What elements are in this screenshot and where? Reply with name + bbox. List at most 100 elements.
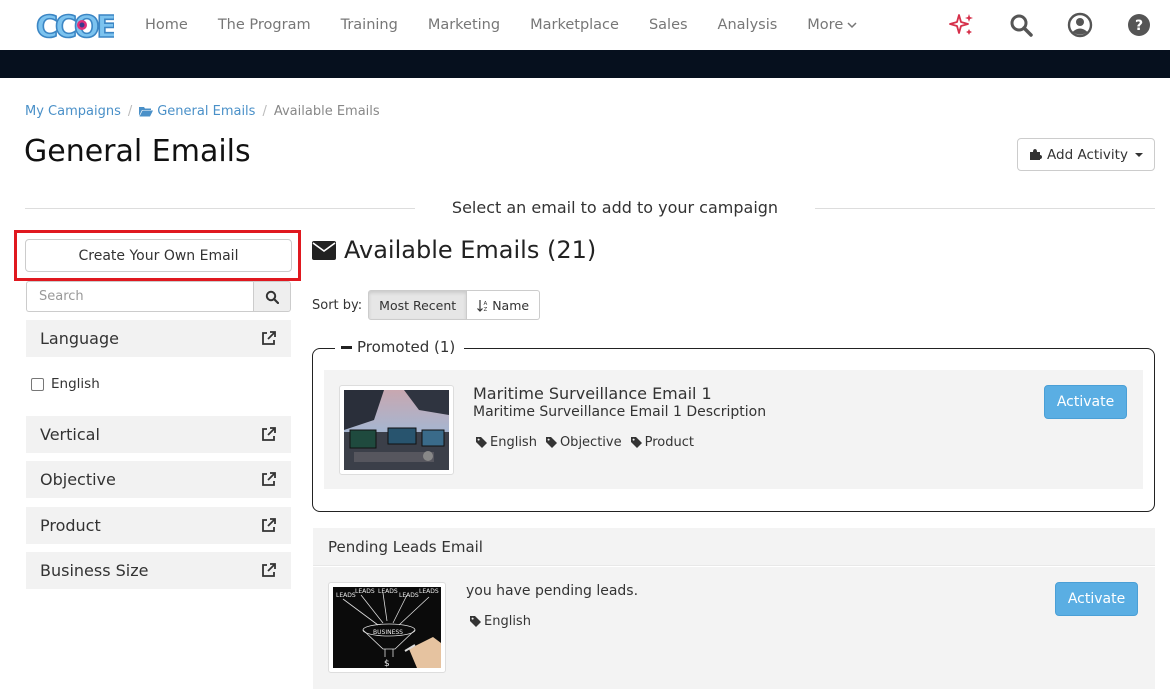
svg-text:$: $ <box>384 659 390 668</box>
email-tags: English Objective Product <box>476 435 694 450</box>
available-emails-title: Available Emails (21) <box>344 236 597 264</box>
tag-icon <box>470 616 481 627</box>
add-activity-button[interactable]: Add Activity <box>1017 138 1155 171</box>
filter-language[interactable]: Language <box>26 320 291 357</box>
divider-right <box>815 208 1155 209</box>
filter-objective[interactable]: Objective <box>26 461 291 498</box>
user-icon[interactable] <box>1065 10 1095 40</box>
secondary-navbar <box>0 50 1170 78</box>
activate-button[interactable]: Activate <box>1055 582 1138 616</box>
divider-left <box>25 208 415 209</box>
external-link-icon <box>262 427 276 441</box>
caret-down-icon <box>1134 152 1143 157</box>
filter-vertical[interactable]: Vertical <box>26 416 291 453</box>
nav-analysis[interactable]: Analysis <box>703 17 793 33</box>
english-checkbox-label: English <box>51 376 100 392</box>
svg-text:LEADS: LEADS <box>419 588 439 595</box>
svg-text:?: ? <box>1135 18 1143 34</box>
svg-text:LEADS: LEADS <box>399 592 419 599</box>
email-description: you have pending leads. <box>466 583 639 599</box>
search-input[interactable] <box>26 281 253 312</box>
search-button[interactable] <box>253 281 291 312</box>
section-subheading: Select an email to add to your campaign <box>451 198 779 217</box>
nav-more-dropdown[interactable]: More <box>792 17 872 33</box>
svg-text:BUSINESS: BUSINESS <box>373 629 403 636</box>
filter-product[interactable]: Product <box>26 507 291 544</box>
filter-label: Vertical <box>40 425 100 444</box>
english-checkbox[interactable] <box>31 377 44 391</box>
filter-business-size[interactable]: Business Size <box>26 552 291 589</box>
pending-leads-email-header: Pending Leads Email <box>313 528 1155 566</box>
external-link-icon <box>262 472 276 486</box>
tag-icon <box>545 437 557 448</box>
nav-home[interactable]: Home <box>130 17 203 33</box>
email-tags: English <box>470 614 531 629</box>
svg-text:LEADS: LEADS <box>355 588 375 595</box>
brand-logo[interactable]: CCOE <box>34 6 119 46</box>
filter-label: Objective <box>40 470 116 489</box>
top-navbar: CCOE Home The Program Training Marketing… <box>0 0 1170 50</box>
create-your-own-email-button[interactable]: Create Your Own Email <box>25 239 292 272</box>
email-description: Maritime Surveillance Email 1 Descriptio… <box>473 404 767 420</box>
svg-text:LEADS: LEADS <box>378 588 398 595</box>
tag-label: English <box>484 614 531 629</box>
sort-name-label: Name <box>492 297 530 313</box>
filter-label: Language <box>40 329 119 348</box>
breadcrumb-separator: / <box>262 104 267 119</box>
tag: Objective <box>545 435 622 450</box>
minus-icon <box>341 345 352 349</box>
svg-text:Z: Z <box>484 307 488 312</box>
folder-open-icon <box>139 107 154 117</box>
external-link-icon <box>262 331 276 345</box>
available-emails-heading: Available Emails (21) <box>312 236 596 264</box>
tag-label: Objective <box>559 435 622 450</box>
activate-button[interactable]: Activate <box>1044 385 1127 419</box>
search-icon[interactable] <box>1006 10 1036 40</box>
nav-marketplace[interactable]: Marketplace <box>515 17 634 33</box>
page-title: General Emails <box>24 134 251 169</box>
tag-label: Product <box>644 435 694 450</box>
svg-text:CCOE: CCOE <box>36 10 114 44</box>
nav-marketing[interactable]: Marketing <box>413 17 515 33</box>
external-link-icon <box>262 518 276 532</box>
breadcrumb-current: Available Emails <box>273 104 380 119</box>
tag: English <box>476 435 537 450</box>
breadcrumb-my-campaigns[interactable]: My Campaigns <box>25 104 121 119</box>
nav-the-program[interactable]: The Program <box>203 17 326 33</box>
help-icon[interactable]: ? <box>1124 10 1154 40</box>
breadcrumb-general-emails-label: General Emails <box>157 104 256 119</box>
promoted-legend-toggle[interactable]: Promoted (1) <box>335 338 465 356</box>
tag-label: English <box>490 435 537 450</box>
email-thumbnail[interactable] <box>339 385 454 475</box>
breadcrumb-separator: / <box>127 104 133 119</box>
email-thumbnail[interactable]: LEADS LEADS LEADS LEADS LEADS BUSINESS $ <box>328 582 446 673</box>
sort-alpha-icon: AZ <box>477 299 488 312</box>
external-link-icon <box>262 563 276 577</box>
breadcrumb: My Campaigns / General Emails / Availabl… <box>25 104 380 119</box>
sparkle-icon[interactable] <box>947 10 977 40</box>
search-icon <box>265 290 279 304</box>
language-option-english: English <box>31 376 100 392</box>
promoted-email-card: Maritime Surveillance Email 1 Maritime S… <box>324 370 1143 489</box>
puzzle-icon <box>1030 149 1043 160</box>
promoted-legend-label: Promoted (1) <box>357 338 456 356</box>
tag-icon <box>476 437 487 448</box>
tag-icon <box>630 437 642 448</box>
nav-more-label: More <box>807 17 844 33</box>
tag: Product <box>630 435 694 450</box>
pending-leads-email-card: LEADS LEADS LEADS LEADS LEADS BUSINESS $… <box>313 567 1155 689</box>
breadcrumb-general-emails[interactable]: General Emails <box>139 104 255 119</box>
sort-controls: Sort by: Most Recent AZ Name <box>312 290 541 320</box>
svg-text:LEADS: LEADS <box>336 592 356 599</box>
sort-name-button[interactable]: AZ Name <box>467 290 541 320</box>
email-name[interactable]: Maritime Surveillance Email 1 <box>473 384 712 403</box>
sort-most-recent-button[interactable]: Most Recent <box>368 290 468 320</box>
sidebar-search <box>26 281 291 312</box>
nav-sales[interactable]: Sales <box>634 17 703 33</box>
tag: English <box>470 614 531 629</box>
nav-training[interactable]: Training <box>326 17 413 33</box>
filter-label: Business Size <box>40 561 149 580</box>
add-activity-label: Add Activity <box>1047 146 1128 163</box>
sort-label: Sort by: <box>312 297 363 313</box>
main-nav: Home The Program Training Marketing Mark… <box>130 0 872 50</box>
